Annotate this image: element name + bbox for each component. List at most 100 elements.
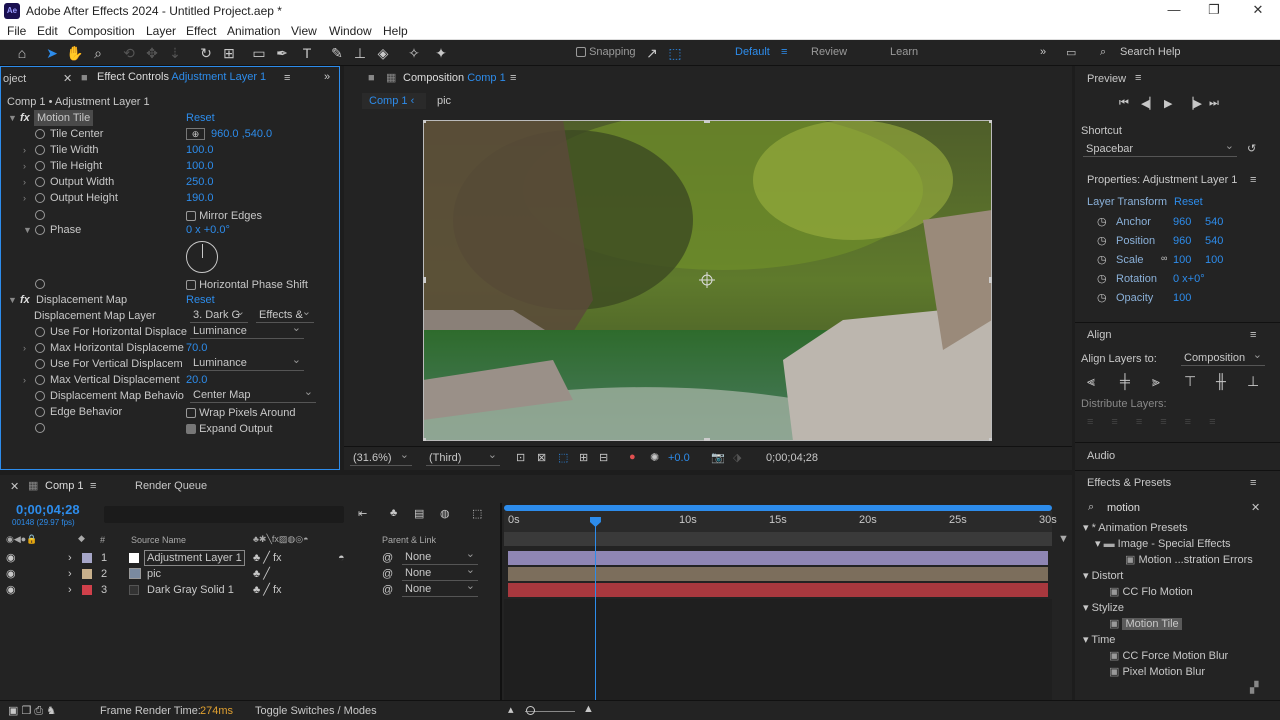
- workspace-menu-icon[interactable]: ≡: [781, 46, 787, 58]
- map-layer-source-dropdown[interactable]: Effects &: [256, 306, 314, 323]
- menu-view[interactable]: View: [291, 24, 317, 38]
- parent-dropdown[interactable]: None: [402, 580, 478, 597]
- layer-switches[interactable]: ♣ ╱ fx: [253, 550, 282, 566]
- tree-image-special-effects[interactable]: ▾ ▬ Image - Special Effects: [1095, 537, 1231, 550]
- tree-cc-force-motion-blur[interactable]: ▣ CC Force Motion Blur: [1109, 649, 1228, 662]
- layer-row-1[interactable]: ◉ › 1 Adjustment Layer 1 ♣ ╱ fx ◓ @ None: [0, 548, 500, 566]
- layer-bar-2[interactable]: [508, 567, 1048, 581]
- stopwatch-icon[interactable]: ◷: [1097, 272, 1107, 285]
- resolution-dropdown[interactable]: (Third): [426, 449, 500, 466]
- snapshot-icon[interactable]: 📷: [711, 451, 725, 464]
- timeline-search-input[interactable]: [104, 506, 344, 523]
- snapping-toggle[interactable]: Snapping: [576, 46, 636, 58]
- pickwhip-icon[interactable]: @: [382, 550, 393, 566]
- stopwatch-icon[interactable]: [35, 407, 45, 417]
- effects-search-input[interactable]: motion: [1107, 502, 1140, 514]
- snap-options-icon[interactable]: ↗: [643, 44, 661, 62]
- orbit-camera-icon[interactable]: ⟲: [120, 44, 138, 62]
- crumb-pic[interactable]: pic: [437, 95, 451, 107]
- tab-effect-controls[interactable]: Effect Controls Adjustment Layer 1: [97, 71, 266, 83]
- tile-height-value[interactable]: 100.0: [186, 158, 214, 174]
- zoom-dropdown[interactable]: (31.6%): [350, 449, 412, 466]
- hand-tool-icon[interactable]: ✋: [66, 44, 84, 62]
- visibility-icon[interactable]: ◉: [6, 582, 16, 598]
- stopwatch-icon[interactable]: [35, 391, 45, 401]
- stopwatch-icon[interactable]: [35, 327, 45, 337]
- motion-tile-reset[interactable]: Reset: [186, 110, 215, 126]
- panel-menu-icon[interactable]: ≡: [1250, 329, 1256, 341]
- next-frame-icon[interactable]: ▕▶: [1185, 97, 1202, 110]
- prop-value[interactable]: 540: [1205, 216, 1223, 228]
- timeline-timecode[interactable]: 0;00;04;28: [16, 502, 80, 517]
- layer-bar-1[interactable]: [508, 551, 1048, 565]
- transparency-grid-icon[interactable]: ⊠: [537, 451, 546, 464]
- expand-icon[interactable]: ›: [68, 550, 72, 566]
- play-icon[interactable]: ▶: [1164, 97, 1172, 110]
- home-icon[interactable]: ⌂: [13, 44, 31, 62]
- align-bottom-icon[interactable]: ⊥: [1247, 373, 1259, 390]
- stopwatch-icon[interactable]: [35, 193, 45, 203]
- exposure-value[interactable]: +0.0: [668, 452, 690, 464]
- displacement-reset[interactable]: Reset: [186, 292, 215, 308]
- v-max-value[interactable]: 20.0: [186, 372, 207, 388]
- frame-blending-icon[interactable]: ◍: [440, 507, 450, 520]
- stopwatch-icon[interactable]: [35, 225, 45, 235]
- panel-menu-icon[interactable]: ≡: [510, 72, 516, 84]
- stopwatch-icon[interactable]: ◷: [1097, 234, 1107, 247]
- region-of-interest-icon[interactable]: ⊞: [579, 451, 588, 464]
- tile-width-value[interactable]: 100.0: [186, 142, 214, 158]
- reset-icon[interactable]: ↺: [1247, 142, 1256, 155]
- tree-stylize[interactable]: ▾ Stylize: [1083, 601, 1124, 614]
- lock-icon[interactable]: ■: [81, 72, 88, 84]
- tree-cc-flo-motion[interactable]: ▣ CC Flo Motion: [1109, 585, 1193, 598]
- zoom-slider-thumb[interactable]: [526, 706, 535, 715]
- stopwatch-icon[interactable]: ◷: [1097, 253, 1107, 266]
- prop-value[interactable]: 960: [1173, 216, 1191, 228]
- stopwatch-icon[interactable]: ◷: [1097, 215, 1107, 228]
- type-tool-icon[interactable]: T: [298, 44, 316, 62]
- label-color[interactable]: [82, 585, 92, 595]
- eraser-tool-icon[interactable]: ◈: [374, 44, 392, 62]
- comp-timecode[interactable]: 0;00;04;28: [766, 452, 818, 464]
- zoom-tool-icon[interactable]: ⌕: [89, 44, 107, 62]
- close-tab-icon[interactable]: ✕: [63, 72, 72, 85]
- prop-value[interactable]: 0 x+0°: [1173, 273, 1205, 285]
- show-snapshot-icon[interactable]: ⬗: [733, 451, 741, 464]
- output-height-value[interactable]: 190.0: [186, 190, 214, 206]
- new-item-icon[interactable]: ▞: [1250, 681, 1258, 694]
- stopwatch-icon[interactable]: [35, 423, 45, 433]
- parent-dropdown[interactable]: None: [402, 548, 478, 565]
- menu-layer[interactable]: Layer: [146, 24, 176, 38]
- stopwatch-icon[interactable]: [35, 210, 45, 220]
- layer-icons[interactable]: ▣ ❐ ⎙ ♞: [8, 704, 56, 718]
- shortcut-dropdown[interactable]: Spacebar: [1083, 140, 1237, 157]
- panel-menu-icon[interactable]: ≡: [1135, 72, 1141, 84]
- clear-search-icon[interactable]: ✕: [1251, 501, 1260, 514]
- expand-panels-icon[interactable]: »: [324, 71, 330, 83]
- effect-motion-tile[interactable]: ▼ fx Motion Tile Reset: [1, 110, 337, 126]
- stopwatch-icon[interactable]: [35, 375, 45, 385]
- zoom-out-icon[interactable]: ▴: [508, 703, 514, 716]
- timeline-empty-area[interactable]: [504, 599, 1052, 700]
- minimize-icon[interactable]: —: [1160, 2, 1188, 17]
- menu-edit[interactable]: Edit: [37, 24, 58, 38]
- graph-editor-icon[interactable]: ⬚: [472, 507, 482, 520]
- v-use-dropdown[interactable]: Luminance: [190, 354, 304, 371]
- brush-tool-icon[interactable]: ✎: [328, 44, 346, 62]
- adjustment-switch-icon[interactable]: ◓: [338, 550, 345, 566]
- crumb-comp1[interactable]: Comp 1 ‹: [362, 93, 426, 109]
- phase-dial[interactable]: [186, 241, 218, 273]
- prop-value[interactable]: 960: [1173, 235, 1191, 247]
- pickwhip-icon[interactable]: @: [382, 582, 393, 598]
- align-right-icon[interactable]: ⫸: [1152, 373, 1160, 390]
- tree-animation-presets[interactable]: ▾ * Animation Presets: [1083, 521, 1188, 534]
- panel-menu-icon[interactable]: ≡: [90, 480, 96, 492]
- panel-menu-icon[interactable]: ≡: [1250, 477, 1256, 489]
- layer-row-3[interactable]: ◉ › 3 Dark Gray Solid 1 ♣ ╱ fx @ None: [0, 580, 500, 598]
- layer-row-2[interactable]: ◉ › 2 pic ♣ ╱ @ None: [0, 564, 500, 582]
- effect-displacement-map[interactable]: ▼ fx Displacement Map Reset: [1, 292, 337, 308]
- comp-mini-flowchart-icon[interactable]: ⇤: [358, 507, 367, 520]
- wrap-pixels-checkbox[interactable]: Wrap Pixels Around: [186, 405, 295, 421]
- color-management-icon[interactable]: ✺: [650, 451, 659, 464]
- dolly-camera-icon[interactable]: ⇣: [166, 44, 184, 62]
